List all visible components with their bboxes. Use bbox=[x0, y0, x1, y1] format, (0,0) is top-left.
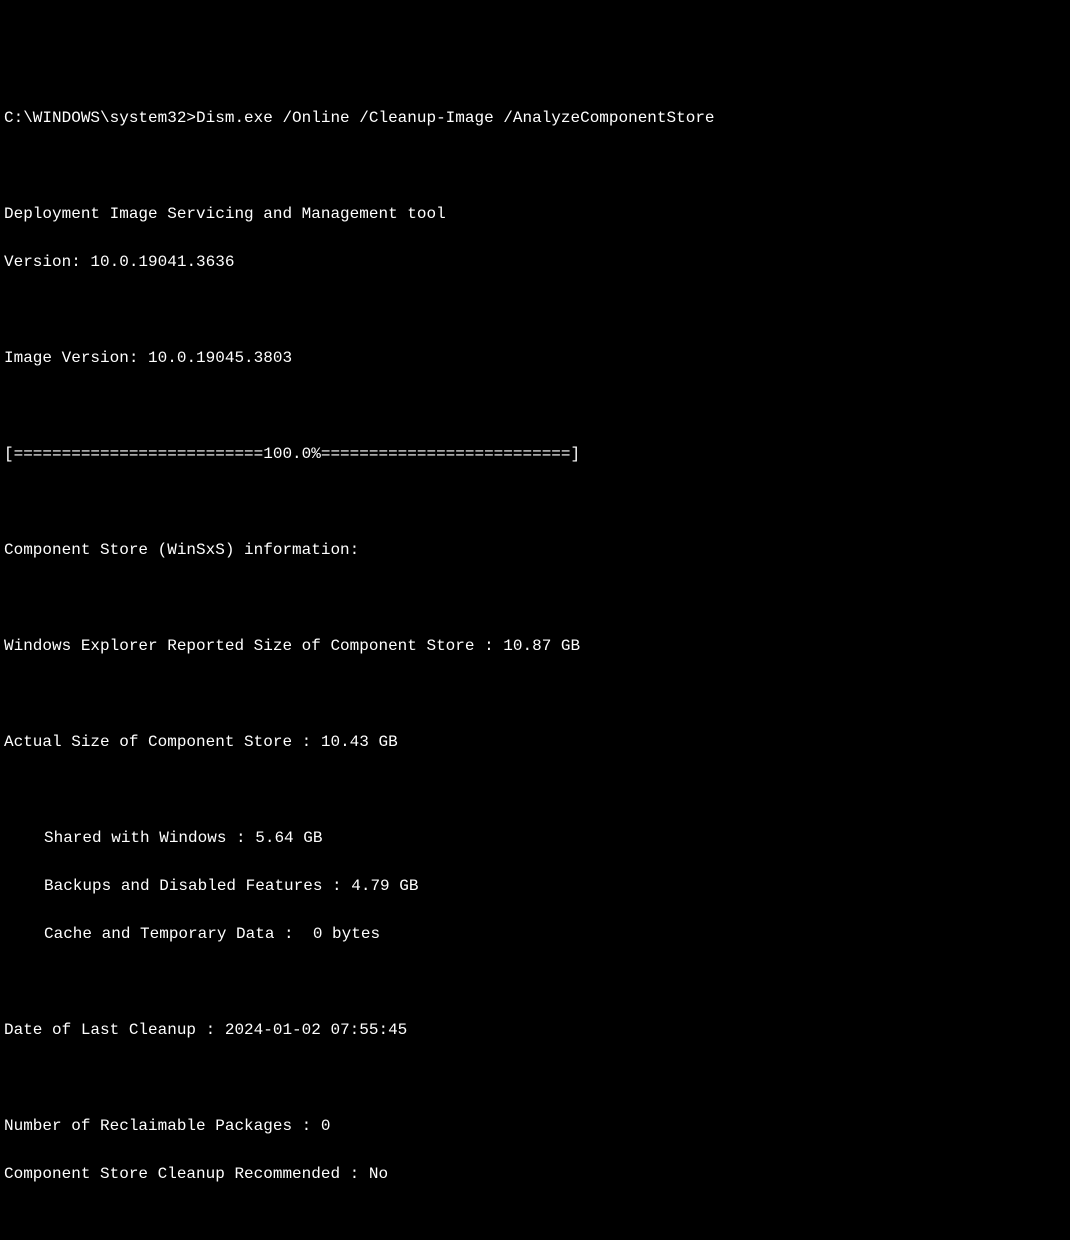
command-text: Dism.exe /Online /Cleanup-Image /Analyze… bbox=[196, 109, 714, 127]
last-cleanup-value: 2024-01-02 07:55:45 bbox=[225, 1021, 407, 1039]
backups-line: Backups and Disabled Features : 4.79 GB bbox=[4, 874, 1066, 898]
version-value: 10.0.19041.3636 bbox=[90, 253, 234, 271]
last-cleanup-line: Date of Last Cleanup : 2024-01-02 07:55:… bbox=[4, 1018, 1066, 1042]
reclaimable-value: 0 bbox=[321, 1117, 331, 1135]
image-version-label: Image Version: bbox=[4, 349, 148, 367]
actual-size-line: Actual Size of Component Store : 10.43 G… bbox=[4, 730, 1066, 754]
image-version-line: Image Version: 10.0.19045.3803 bbox=[4, 346, 1066, 370]
shared-value: 5.64 GB bbox=[255, 829, 322, 847]
component-store-header: Component Store (WinSxS) information: bbox=[4, 538, 1066, 562]
blank-line bbox=[4, 298, 1066, 322]
command-prompt-line[interactable]: C:\WINDOWS\system32>Dism.exe /Online /Cl… bbox=[4, 106, 1066, 130]
blank-line bbox=[4, 490, 1066, 514]
cache-value: 0 bytes bbox=[313, 925, 380, 943]
blank-line bbox=[4, 1210, 1066, 1234]
actual-size-label: Actual Size of Component Store : bbox=[4, 733, 321, 751]
shared-label: Shared with Windows : bbox=[44, 829, 255, 847]
backups-label: Backups and Disabled Features : bbox=[44, 877, 351, 895]
blank-line bbox=[4, 778, 1066, 802]
blank-line bbox=[4, 970, 1066, 994]
progress-bar: [==========================100.0%=======… bbox=[4, 442, 1066, 466]
last-cleanup-label: Date of Last Cleanup : bbox=[4, 1021, 225, 1039]
blank-line bbox=[4, 394, 1066, 418]
reclaimable-line: Number of Reclaimable Packages : 0 bbox=[4, 1114, 1066, 1138]
tool-name: Deployment Image Servicing and Managemen… bbox=[4, 202, 1066, 226]
reported-size-value: 10.87 GB bbox=[503, 637, 580, 655]
backups-value: 4.79 GB bbox=[351, 877, 418, 895]
blank-line bbox=[4, 682, 1066, 706]
cleanup-recommended-label: Component Store Cleanup Recommended : bbox=[4, 1165, 369, 1183]
reported-size-label: Windows Explorer Reported Size of Compon… bbox=[4, 637, 503, 655]
actual-size-value: 10.43 GB bbox=[321, 733, 398, 751]
blank-line bbox=[4, 586, 1066, 610]
cache-line: Cache and Temporary Data : 0 bytes bbox=[4, 922, 1066, 946]
cleanup-recommended-value: No bbox=[369, 1165, 388, 1183]
image-version-value: 10.0.19045.3803 bbox=[148, 349, 292, 367]
tool-version-line: Version: 10.0.19041.3636 bbox=[4, 250, 1066, 274]
cache-label: Cache and Temporary Data : bbox=[44, 925, 313, 943]
reported-size-line: Windows Explorer Reported Size of Compon… bbox=[4, 634, 1066, 658]
blank-line bbox=[4, 154, 1066, 178]
version-label: Version: bbox=[4, 253, 90, 271]
shared-line: Shared with Windows : 5.64 GB bbox=[4, 826, 1066, 850]
blank-line bbox=[4, 1066, 1066, 1090]
cleanup-recommended-line: Component Store Cleanup Recommended : No bbox=[4, 1162, 1066, 1186]
prompt-path: C:\WINDOWS\system32> bbox=[4, 109, 196, 127]
reclaimable-label: Number of Reclaimable Packages : bbox=[4, 1117, 321, 1135]
